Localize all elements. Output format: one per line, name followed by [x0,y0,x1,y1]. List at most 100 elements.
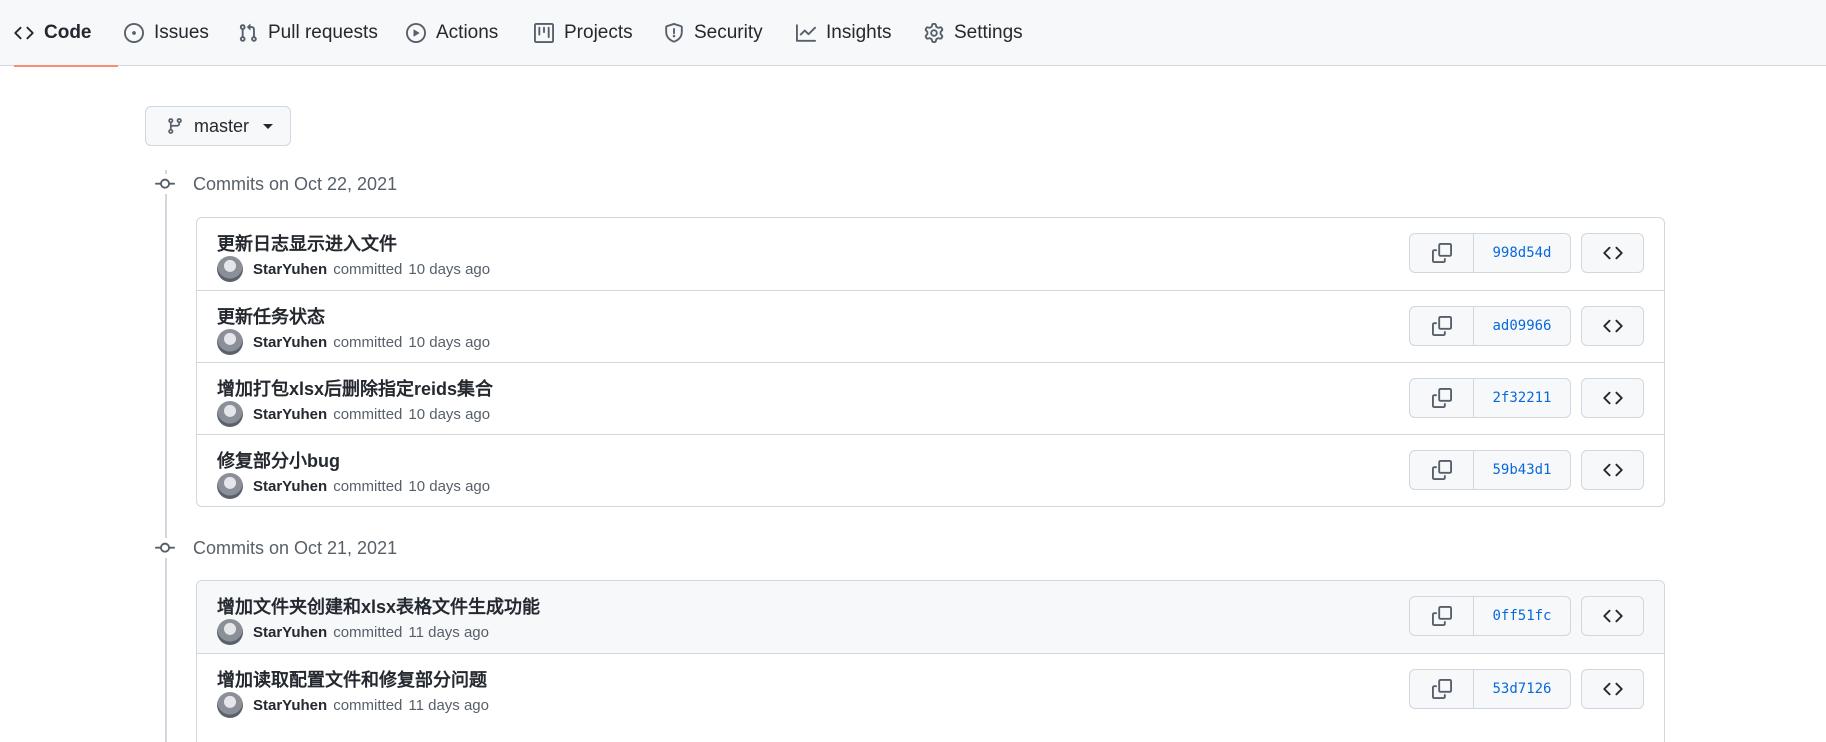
copy-sha-button[interactable] [1410,307,1474,345]
copy-sha-button[interactable] [1410,597,1474,635]
copy-icon [1431,679,1452,699]
copy-icon [1431,606,1452,626]
repo-nav: Code Issues Pull requests Actions Projec… [0,0,1826,67]
sha-button-group: ad09966 [1409,306,1571,346]
copy-icon [1431,388,1452,408]
commit-meta: StarYuhen committed 11 days ago [217,619,489,645]
commit-message-link[interactable]: 增加文件夹创建和xlsx表格文件生成功能 [217,593,540,619]
commit-meta: StarYuhen committed 11 days ago [217,692,489,718]
commit-time: 11 days ago [408,696,489,714]
browse-repo-button[interactable] [1581,596,1644,636]
commit-row: 增加文件夹创建和xlsx表格文件生成功能 StarYuhen committed… [197,581,1664,653]
commit-group-heading: Commits on Oct 21, 2021 [155,535,397,561]
commit-time: 10 days ago [408,333,491,351]
commit-message-link[interactable]: 增加打包xlsx后删除指定reids集合 [217,375,493,401]
commit-message-link[interactable]: 更新任务状态 [217,303,325,329]
commit-sha-link[interactable]: 998d54d [1474,234,1570,272]
issue-opened-icon [124,23,144,43]
git-commit-icon [155,538,175,558]
tab-label: Security [694,22,763,43]
avatar[interactable] [217,692,243,718]
commit-action: committed [333,696,403,714]
commit-time: 11 days ago [408,623,489,641]
browse-repo-button[interactable] [1581,378,1644,418]
commit-action: committed [333,623,403,641]
commit-row: 增加打包xlsx后删除指定reids集合 StarYuhen committed… [197,362,1664,434]
git-pull-request-icon [238,23,258,43]
tab-label: Insights [826,22,892,43]
commit-message-link[interactable]: 修复部分小bug [217,447,340,473]
group-date: Commits on Oct 22, 2021 [193,173,398,194]
author-link[interactable]: StarYuhen [253,406,327,423]
tab-label: Code [44,22,92,43]
commit-sha-link[interactable]: ad09966 [1474,307,1570,345]
copy-sha-button[interactable] [1410,670,1474,708]
commit-list: 增加文件夹创建和xlsx表格文件生成功能 StarYuhen committed… [196,580,1665,742]
tab-label: Projects [564,22,633,43]
tab-label: Issues [154,22,209,43]
commit-sha-link[interactable]: 53d7126 [1474,670,1570,708]
browse-repo-button[interactable] [1581,669,1644,709]
commit-action: committed [333,333,403,351]
code-icon [1602,319,1623,333]
author-link[interactable]: StarYuhen [253,697,327,714]
commit-meta: StarYuhen committed 10 days ago [217,473,490,499]
commit-action: committed [333,477,403,495]
commit-row: 修复部分小bug StarYuhen committed 10 days ago… [197,434,1664,506]
commit-sha-link[interactable]: 59b43d1 [1474,451,1570,489]
tab-code[interactable]: Code [14,0,118,67]
copy-icon [1431,316,1452,336]
tab-security[interactable]: Security [664,0,763,66]
browse-repo-button[interactable] [1581,306,1644,346]
tab-issues[interactable]: Issues [124,0,209,66]
author-link[interactable]: StarYuhen [253,334,327,351]
commit-meta: StarYuhen committed 10 days ago [217,401,490,427]
author-link[interactable]: StarYuhen [253,624,327,641]
avatar[interactable] [217,401,243,427]
commit-row: 增加读取配置文件和修复部分问题 StarYuhen committed 11 d… [197,653,1664,725]
commit-sha-link[interactable]: 0ff51fc [1474,597,1570,635]
code-icon [1602,609,1623,623]
shield-icon [664,23,684,43]
tab-projects[interactable]: Projects [534,0,633,66]
commit-message-link[interactable]: 更新日志显示进入文件 [217,230,397,256]
browse-repo-button[interactable] [1581,233,1644,273]
commit-meta: StarYuhen committed 10 days ago [217,329,490,355]
copy-icon [1431,460,1452,480]
tab-label: Settings [954,22,1023,43]
commit-row: 更新任务状态 StarYuhen committed 10 days ago a… [197,290,1664,362]
git-branch-icon [166,117,184,135]
copy-sha-button[interactable] [1410,234,1474,272]
commit-row: 更新日志显示进入文件 StarYuhen committed 10 days a… [197,218,1664,290]
code-icon [14,23,34,43]
avatar[interactable] [217,329,243,355]
browse-repo-button[interactable] [1581,450,1644,490]
sha-button-group: 998d54d [1409,233,1571,273]
play-icon [406,23,426,43]
avatar[interactable] [217,256,243,282]
tab-pull-requests[interactable]: Pull requests [238,0,378,66]
tab-settings[interactable]: Settings [924,0,1023,66]
sha-button-group: 0ff51fc [1409,596,1571,636]
tab-insights[interactable]: Insights [796,0,891,66]
gear-icon [924,23,944,43]
avatar[interactable] [217,473,243,499]
commit-sha-link[interactable]: 2f32211 [1474,379,1570,417]
code-icon [1602,391,1623,405]
author-link[interactable]: StarYuhen [253,261,327,278]
commit-action: committed [333,405,403,423]
sha-button-group: 2f32211 [1409,378,1571,418]
tab-actions[interactable]: Actions [406,0,498,66]
code-icon [1602,463,1623,477]
code-icon [1602,246,1623,260]
commit-time: 10 days ago [408,405,491,423]
author-link[interactable]: StarYuhen [253,478,327,495]
avatar[interactable] [217,619,243,645]
group-date: Commits on Oct 21, 2021 [193,537,398,558]
copy-sha-button[interactable] [1410,379,1474,417]
tab-label: Pull requests [268,22,378,43]
copy-sha-button[interactable] [1410,451,1474,489]
commit-message-link[interactable]: 增加读取配置文件和修复部分问题 [217,666,487,692]
branch-select-button[interactable]: master [145,106,291,146]
sha-button-group: 59b43d1 [1409,450,1571,490]
